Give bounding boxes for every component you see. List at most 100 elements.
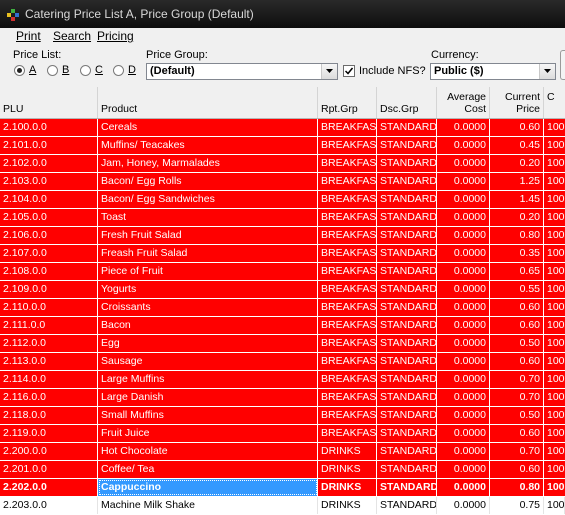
next-column-cell[interactable]: 100 [544,425,565,442]
rpt-grp-cell[interactable]: BREAKFAST [318,353,377,370]
current-price-cell[interactable]: 0.50 [490,335,544,352]
table-row[interactable]: 2.107.0.0 Freash Fruit Salad BREAKFAST STAN… [0,245,565,263]
product-cell[interactable]: Piece of Fruit [98,263,318,280]
menu-pricing[interactable]: Pricing [97,29,134,43]
rpt-grp-cell[interactable]: BREAKFAST [318,335,377,352]
current-price-cell[interactable]: 0.45 [490,137,544,154]
current-price-cell[interactable]: 0.20 [490,209,544,226]
average-cost-cell[interactable]: 0.0000 [437,281,490,298]
current-price-cell[interactable]: 0.60 [490,353,544,370]
rpt-grp-cell[interactable]: BREAKFAST [318,407,377,424]
current-price-cell[interactable]: 1.25 [490,173,544,190]
average-cost-cell[interactable]: 0.0000 [437,425,490,442]
dsc-grp-cell[interactable]: STANDARD [377,479,437,496]
average-cost-cell[interactable]: 0.0000 [437,443,490,460]
next-column-cell[interactable]: 100 [544,479,565,496]
price-list-option-a[interactable]: A [29,64,36,76]
next-column-cell[interactable]: 100 [544,461,565,478]
average-cost-cell[interactable]: 0.0000 [437,299,490,316]
dsc-grp-cell[interactable]: STANDARD [377,407,437,424]
product-cell[interactable]: Small Muffins [98,407,318,424]
next-column-cell[interactable]: 100 [544,209,565,226]
dsc-grp-cell[interactable]: STANDARD [377,443,437,460]
menu-search[interactable]: Search [53,29,91,43]
next-column-cell[interactable]: 100 [544,497,565,514]
table-row[interactable]: 2.100.0.0 Cereals BREAKFAST STANDARD 0.0000 0… [0,119,565,137]
table-row[interactable]: 2.109.0.0 Yogurts BREAKFAST STANDARD 0.0000 0… [0,281,565,299]
average-cost-cell[interactable]: 0.0000 [437,461,490,478]
average-cost-cell[interactable]: 0.0000 [437,209,490,226]
rpt-grp-cell[interactable]: DRINKS [318,461,377,478]
product-cell[interactable]: Egg [98,335,318,352]
average-cost-cell[interactable]: 0.0000 [437,263,490,280]
product-cell[interactable]: Large Danish [98,389,318,406]
table-row[interactable]: 2.108.0.0 Piece of Fruit BREAKFAST STANDARD… [0,263,565,281]
toolbar-edge-button[interactable] [560,50,565,80]
dsc-grp-cell[interactable]: STANDARD [377,425,437,442]
price-list-radio-c[interactable] [80,65,91,76]
next-column-cell[interactable]: 100 [544,299,565,316]
column-header-product[interactable]: Product [98,87,318,118]
current-price-cell[interactable]: 0.60 [490,317,544,334]
table-row[interactable]: 2.202.0.0 Cappuccino DRINKS STANDARD 0.0000 0… [0,479,565,497]
rpt-grp-cell[interactable]: BREAKFAST [318,263,377,280]
title-bar[interactable]: Catering Price List A, Price Group (Defa… [0,0,565,28]
plu-cell[interactable]: 2.201.0.0 [0,461,98,478]
current-price-cell[interactable]: 0.70 [490,371,544,388]
next-column-cell[interactable]: 100 [544,263,565,280]
column-header-rpt-grp[interactable]: Rpt.Grp [318,87,377,118]
rpt-grp-cell[interactable]: BREAKFAST [318,317,377,334]
dsc-grp-cell[interactable]: STANDARD [377,263,437,280]
table-row[interactable]: 2.111.0.0 Bacon BREAKFAST STANDARD 0.0000 0.6… [0,317,565,335]
next-column-cell[interactable]: 100 [544,335,565,352]
next-column-cell[interactable]: 100 [544,353,565,370]
rpt-grp-cell[interactable]: BREAKFAST [318,425,377,442]
table-row[interactable]: 2.119.0.0 Fruit Juice BREAKFAST STANDARD 0.0… [0,425,565,443]
column-header-dsc-grp[interactable]: Dsc.Grp [377,87,437,118]
plu-cell[interactable]: 2.203.0.0 [0,497,98,514]
next-column-cell[interactable]: 100 [544,371,565,388]
include-nfs-checkbox[interactable] [343,65,355,77]
price-list-radio-b[interactable] [47,65,58,76]
dsc-grp-cell[interactable]: STANDARD [377,209,437,226]
product-cell[interactable]: Jam, Honey, Marmalades [98,155,318,172]
average-cost-cell[interactable]: 0.0000 [437,371,490,388]
plu-cell[interactable]: 2.119.0.0 [0,425,98,442]
next-column-cell[interactable]: 100 [544,227,565,244]
current-price-cell[interactable]: 0.65 [490,263,544,280]
plu-cell[interactable]: 2.105.0.0 [0,209,98,226]
average-cost-cell[interactable]: 0.0000 [437,137,490,154]
next-column-cell[interactable]: 100 [544,443,565,460]
product-cell[interactable]: Toast [98,209,318,226]
rpt-grp-cell[interactable]: BREAKFAST [318,173,377,190]
column-header-current-price[interactable]: Current Price [490,87,544,118]
table-row[interactable]: 2.114.0.0 Large Muffins BREAKFAST STANDARD 0… [0,371,565,389]
dsc-grp-cell[interactable]: STANDARD [377,335,437,352]
price-group-dropdown[interactable]: (Default) [146,63,338,80]
average-cost-cell[interactable]: 0.0000 [437,353,490,370]
next-column-cell[interactable]: 100 [544,173,565,190]
dsc-grp-cell[interactable]: STANDARD [377,317,437,334]
average-cost-cell[interactable]: 0.0000 [437,173,490,190]
current-price-cell[interactable]: 0.75 [490,497,544,514]
product-cell[interactable]: Yogurts [98,281,318,298]
column-header-average-cost[interactable]: Average Cost [437,87,490,118]
dsc-grp-cell[interactable]: STANDARD [377,353,437,370]
plu-cell[interactable]: 2.111.0.0 [0,317,98,334]
current-price-cell[interactable]: 0.70 [490,389,544,406]
next-column-cell[interactable]: 100 [544,155,565,172]
next-column-cell[interactable]: 100 [544,191,565,208]
table-row[interactable]: 2.106.0.0 Fresh Fruit Salad BREAKFAST STAND… [0,227,565,245]
product-cell[interactable]: Bacon/ Egg Sandwiches [98,191,318,208]
next-column-cell[interactable]: 100 [544,281,565,298]
product-cell[interactable]: Fruit Juice [98,425,318,442]
product-cell[interactable]: Coffee/ Tea [98,461,318,478]
current-price-cell[interactable]: 0.20 [490,155,544,172]
current-price-cell[interactable]: 0.50 [490,407,544,424]
currency-dropdown[interactable]: Public ($) [430,63,556,80]
current-price-cell[interactable]: 0.60 [490,461,544,478]
rpt-grp-cell[interactable]: BREAKFAST [318,281,377,298]
rpt-grp-cell[interactable]: BREAKFAST [318,155,377,172]
current-price-cell[interactable]: 1.45 [490,191,544,208]
dsc-grp-cell[interactable]: STANDARD [377,245,437,262]
